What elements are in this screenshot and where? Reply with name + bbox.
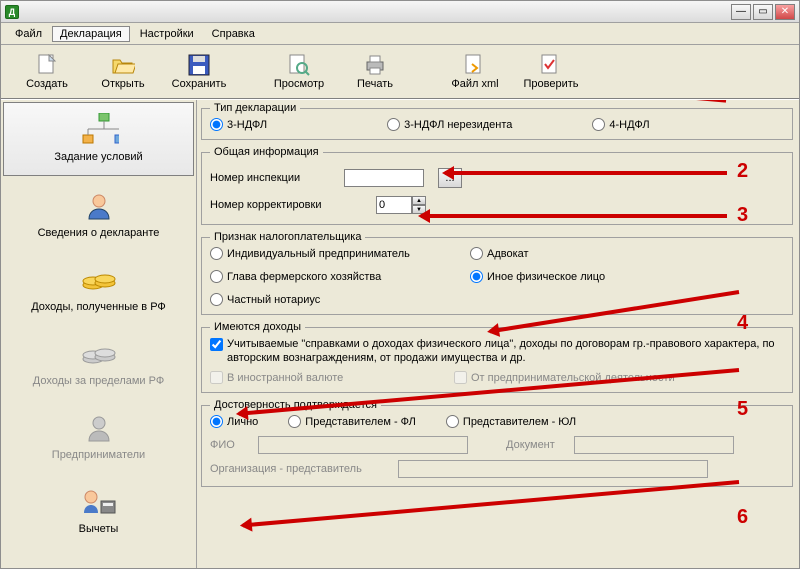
- coins-grey-icon: [79, 339, 119, 369]
- radio-farmer[interactable]: Глава фермерского хозяйства: [210, 270, 470, 283]
- sidebar-item-conditions[interactable]: Задание условий: [3, 102, 194, 176]
- check-income-foreign[interactable]: В иностранной валюте: [210, 371, 440, 384]
- group-general: Общая информация Номер инспекции ... Ном…: [201, 146, 793, 225]
- maximize-button[interactable]: ▭: [753, 4, 773, 20]
- correction-input[interactable]: [376, 196, 412, 214]
- toolbar-preview[interactable]: Просмотр: [261, 47, 337, 97]
- radio-4ndfl[interactable]: 4-НДФЛ: [592, 118, 649, 131]
- annotation-6: 6: [737, 506, 748, 529]
- doc-label: Документ: [506, 439, 566, 451]
- conditions-icon: [79, 115, 119, 145]
- minimize-button[interactable]: —: [731, 4, 751, 20]
- group-confirm: Достоверность подтверждается Лично Предс…: [201, 399, 793, 487]
- main-panel: Тип декларации 3-НДФЛ 3-НДФЛ нерезидента…: [197, 100, 799, 568]
- menu-file[interactable]: Файл: [7, 26, 50, 42]
- radio-ip[interactable]: Индивидуальный предприниматель: [210, 247, 470, 260]
- radio-self[interactable]: Лично: [210, 415, 258, 428]
- spin-down-button[interactable]: ▼: [412, 205, 426, 214]
- toolbar-check[interactable]: Проверить: [513, 47, 589, 97]
- decl-type-legend: Тип декларации: [210, 102, 300, 114]
- radio-3ndfl[interactable]: 3-НДФЛ: [210, 118, 267, 131]
- sidebar: Задание условий Сведения о декларанте До…: [1, 100, 197, 568]
- window-buttons: — ▭ ✕: [731, 4, 795, 20]
- person-icon: [79, 191, 119, 221]
- toolbar-save[interactable]: Сохранить: [161, 47, 237, 97]
- income-legend: Имеются доходы: [210, 321, 305, 333]
- org-input: [398, 460, 708, 478]
- toolbar-open[interactable]: Открыть: [85, 47, 161, 97]
- menu-settings[interactable]: Настройки: [132, 26, 202, 42]
- inspection-label: Номер инспекции: [210, 172, 330, 184]
- close-button[interactable]: ✕: [775, 4, 795, 20]
- xml-file-icon: [463, 54, 487, 76]
- confirm-legend: Достоверность подтверждается: [210, 399, 381, 411]
- app-icon: Д: [5, 5, 19, 19]
- inspection-browse-button[interactable]: ...: [438, 168, 462, 188]
- toolbar-print[interactable]: Печать: [337, 47, 413, 97]
- fio-input: [258, 436, 468, 454]
- doc-input: [574, 436, 734, 454]
- radio-other-person[interactable]: Иное физическое лицо: [470, 270, 690, 283]
- radio-rep-ul[interactable]: Представителем - ЮЛ: [446, 415, 576, 428]
- check-income-spravka[interactable]: Учитываемые "справками о доходах физичес…: [210, 337, 784, 365]
- sidebar-item-entrepreneurs[interactable]: Предприниматели: [1, 400, 196, 474]
- sidebar-item-income-foreign[interactable]: Доходы за пределами РФ: [1, 326, 196, 400]
- group-income: Имеются доходы Учитываемые "справками о …: [201, 321, 793, 393]
- check-income-business[interactable]: От предпринимательской деятельности: [454, 371, 675, 384]
- general-legend: Общая информация: [210, 146, 323, 158]
- sidebar-item-deductions[interactable]: Вычеты: [1, 474, 196, 548]
- folder-open-icon: [111, 54, 135, 76]
- radio-advocate[interactable]: Адвокат: [470, 247, 690, 260]
- toolbar-new[interactable]: Создать: [9, 47, 85, 97]
- check-icon: [539, 54, 563, 76]
- document-new-icon: [35, 54, 59, 76]
- group-decl-type: Тип декларации 3-НДФЛ 3-НДФЛ нерезидента…: [201, 102, 793, 140]
- coins-icon: [79, 265, 119, 295]
- app-window: Д — ▭ ✕ Файл Декларация Настройки Справк…: [0, 0, 800, 569]
- sidebar-item-income-rf[interactable]: Доходы, полученные в РФ: [1, 252, 196, 326]
- titlebar: Д — ▭ ✕: [1, 1, 799, 23]
- radio-rep-fl[interactable]: Представителем - ФЛ: [288, 415, 416, 428]
- correction-spinner[interactable]: ▲ ▼: [376, 196, 426, 214]
- menu-help[interactable]: Справка: [204, 26, 263, 42]
- spin-up-button[interactable]: ▲: [412, 196, 426, 205]
- save-icon: [187, 54, 211, 76]
- menubar: Файл Декларация Настройки Справка: [1, 23, 799, 45]
- group-taxpayer: Признак налогоплательщика Индивидуальный…: [201, 231, 793, 315]
- org-label: Организация - представитель: [210, 463, 390, 475]
- taxpayer-legend: Признак налогоплательщика: [210, 231, 365, 243]
- radio-3ndfl-nonres[interactable]: 3-НДФЛ нерезидента: [387, 118, 512, 131]
- person-grey-icon: [79, 413, 119, 443]
- toolbar-xml[interactable]: Файл xml: [437, 47, 513, 97]
- inspection-input[interactable]: [344, 169, 424, 187]
- printer-icon: [363, 54, 387, 76]
- fio-label: ФИО: [210, 439, 250, 451]
- deductions-icon: [79, 487, 119, 517]
- preview-icon: [287, 54, 311, 76]
- radio-notary[interactable]: Частный нотариус: [210, 293, 470, 306]
- sidebar-item-declarant[interactable]: Сведения о декларанте: [1, 178, 196, 252]
- toolbar: Создать Открыть Сохранить Просмотр Печа: [1, 45, 799, 99]
- correction-label: Номер корректировки: [210, 199, 330, 211]
- menu-declaration[interactable]: Декларация: [52, 26, 130, 42]
